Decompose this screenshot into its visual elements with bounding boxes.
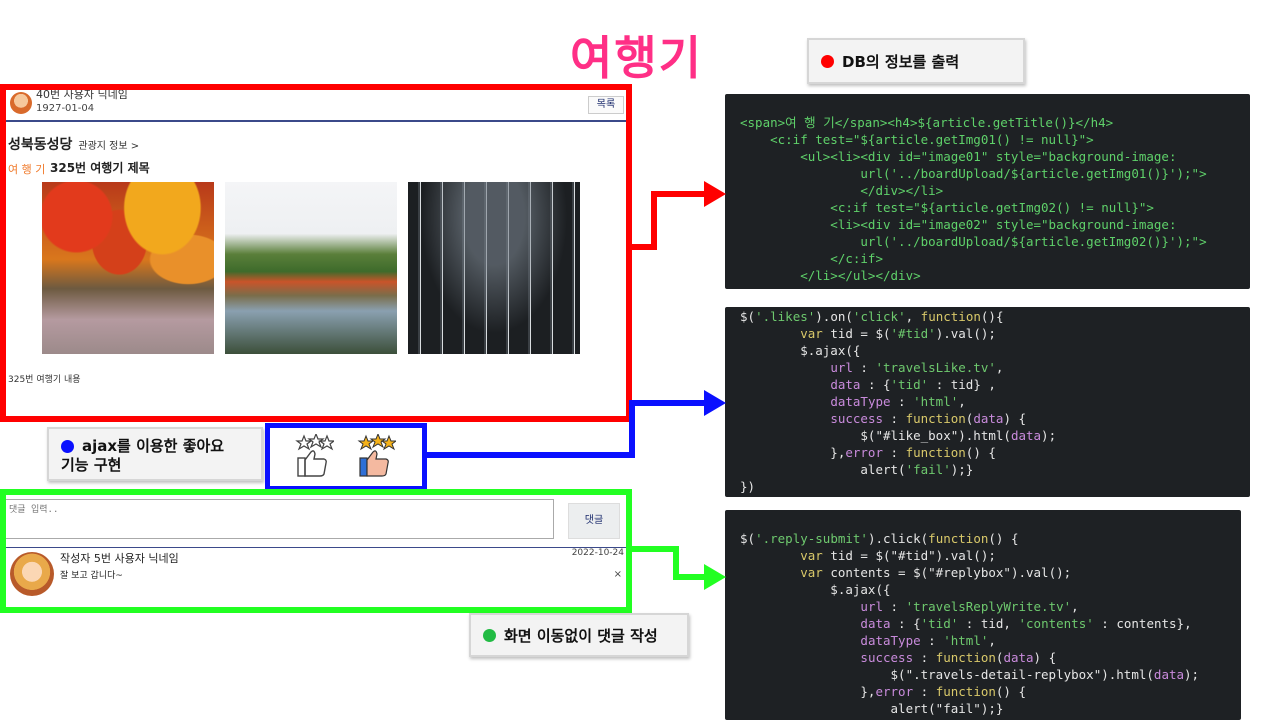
photo-overlay [408, 182, 580, 354]
callout-db-text: DB의 정보를 출력 [842, 52, 960, 71]
travel-content: 325번 여행기 내용 [8, 375, 81, 385]
travel-title: 325번 여행기 제목 [50, 161, 150, 175]
travel-photo-pond [225, 182, 397, 354]
red-dot-icon [821, 54, 834, 68]
like-box [265, 423, 427, 491]
slide-title: 여행기 [570, 31, 703, 85]
article-date: 1927-01-04 [36, 103, 95, 114]
red-arrow [626, 191, 708, 250]
article-header: 40번 사용자 닉네임 1927-01-04 목록 [6, 90, 626, 122]
reply-text: 잘 보고 갑니다~ [60, 571, 123, 581]
reply-code-panel: $('.reply-submit').click(function() { va… [725, 510, 1241, 720]
like-code-panel: $('.likes').on('click', function(){ var … [725, 307, 1250, 497]
reply-divider [6, 547, 626, 548]
like-code: $('.likes').on('click', function(){ var … [740, 309, 1057, 494]
article-detail-box: 40번 사용자 닉네임 1927-01-04 목록 성북동성당 관광지 정보 > … [0, 84, 632, 422]
reply-avatar [10, 552, 54, 596]
reply-author: 작성자 5번 사용자 닉네임 [60, 552, 179, 565]
callout-ajax-line2: 기능 구현 [61, 456, 122, 474]
green-arrowhead-icon [704, 564, 726, 590]
reply-input[interactable] [6, 499, 554, 539]
blue-arrowhead-icon [704, 390, 726, 416]
place-name: 성북동성당 관광지 정보 > [8, 134, 139, 154]
travel-tag: 여 행 기 [8, 163, 46, 176]
callout-ajax: ajax를 이용한 좋아요 기능 구현 [47, 427, 263, 481]
thumbs-up-filled-icon[interactable] [356, 434, 396, 478]
db-code-panel: <span>여 행 기</span><h4>${article.getTitle… [725, 94, 1250, 289]
list-button[interactable]: 목록 [588, 96, 624, 114]
travel-photo-autumn [42, 182, 214, 354]
red-arrowhead-icon [704, 181, 726, 207]
author-name: 40번 사용자 닉네임 [36, 88, 128, 101]
green-dot-icon [483, 628, 496, 642]
green-arrow [626, 546, 708, 580]
place-title: 성북동성당 [8, 137, 73, 153]
blue-dot-icon [61, 440, 74, 453]
callout-reply-text: 화면 이동없이 댓글 작성 [504, 626, 658, 645]
callout-reply: 화면 이동없이 댓글 작성 [469, 613, 689, 657]
db-code: <span>여 행 기</span><h4>${article.getTitle… [740, 115, 1207, 283]
place-info-link[interactable]: 관광지 정보 > [78, 141, 139, 152]
reply-submit-button[interactable]: 댓글 [568, 503, 620, 539]
thumbs-up-outline-icon[interactable] [294, 434, 334, 478]
reply-section: 댓글 작성자 5번 사용자 닉네임 2022-10-24 잘 보고 갑니다~ × [0, 489, 632, 613]
callout-db: DB의 정보를 출력 [807, 38, 1025, 84]
callout-ajax-line1: ajax를 이용한 좋아요 [82, 437, 225, 455]
reply-date: 2022-10-24 [571, 548, 624, 558]
author-avatar [10, 92, 32, 114]
reply-code: $('.reply-submit').click(function() { va… [740, 531, 1200, 716]
reply-delete-icon[interactable]: × [614, 569, 622, 580]
